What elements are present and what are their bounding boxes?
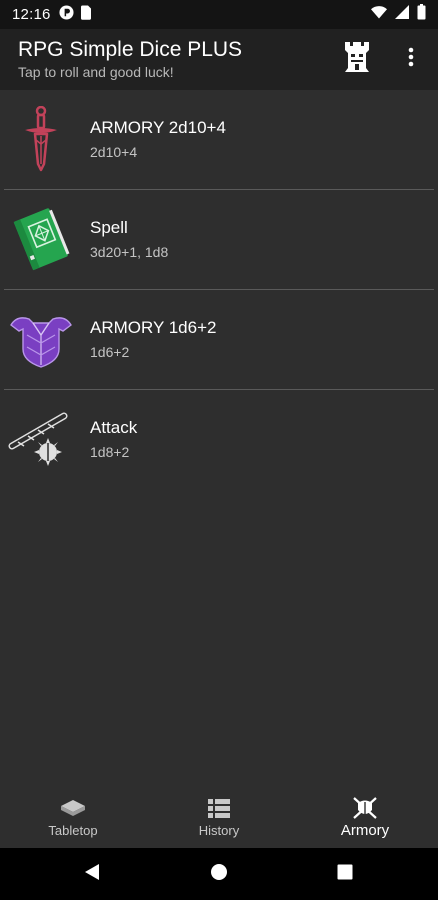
signal-icon [395, 5, 409, 24]
bottom-nav: Tabletop History Armory [0, 788, 438, 848]
dagger-icon [6, 104, 76, 174]
system-nav-bar [0, 848, 438, 900]
list-item[interactable]: ARMORY 2d10+4 2d10+4 [0, 90, 438, 189]
item-formula: 1d8+2 [90, 444, 130, 460]
item-formula: 2d10+4 [90, 144, 138, 160]
sim-card-icon [80, 5, 92, 25]
wifi-icon [371, 5, 387, 24]
list-item[interactable]: ARMORY 1d6+2 1d6+2 [0, 290, 438, 389]
status-time: 12:16 [12, 6, 51, 23]
app-bar: RPG Simple Dice PLUS Tap to roll and goo… [0, 29, 438, 90]
tower-icon [342, 40, 372, 79]
item-formula: 1d6+2 [90, 344, 130, 360]
home-icon [210, 863, 228, 886]
nav-item-armory[interactable]: Armory [292, 788, 438, 848]
armory-icon [352, 797, 378, 819]
overflow-menu-button[interactable] [396, 41, 426, 77]
battery-icon [417, 4, 426, 25]
app-title: RPG Simple Dice PLUS [18, 38, 243, 61]
item-formula: 3d20+1, 1d8 [90, 244, 169, 260]
item-name: Spell [90, 218, 128, 237]
nav-item-tabletop[interactable]: Tabletop [0, 788, 146, 848]
recents-button[interactable] [333, 862, 357, 886]
overflow-menu-icon [408, 47, 414, 72]
tabletop-icon [60, 797, 86, 819]
home-button[interactable] [207, 862, 231, 886]
app-subtitle: Tap to roll and good luck! [18, 64, 174, 80]
item-name: ARMORY 2d10+4 [90, 118, 226, 137]
nav-label-tabletop: Tabletop [48, 823, 98, 838]
recents-icon [337, 864, 353, 885]
history-icon [208, 797, 230, 819]
item-name: ARMORY 1d6+2 [90, 318, 217, 337]
armory-list: ARMORY 2d10+4 2d10+4 Spell 3d20+1, 1d8 A… [0, 90, 438, 489]
spellbook-icon [6, 204, 76, 274]
item-name: Attack [90, 418, 138, 437]
list-item[interactable]: Attack 1d8+2 [0, 390, 438, 489]
back-button[interactable] [80, 862, 104, 886]
nav-label-history: History [198, 823, 240, 838]
nav-item-history[interactable]: History [146, 788, 292, 848]
photo-mode-icon [59, 4, 74, 25]
status-bar: 12:16 [0, 0, 438, 29]
tower-button[interactable] [340, 40, 374, 78]
nav-label-armory: Armory [340, 822, 390, 839]
back-icon [84, 863, 100, 886]
list-item[interactable]: Spell 3d20+1, 1d8 [0, 190, 438, 289]
mace-icon [6, 404, 76, 474]
armor-icon [6, 304, 76, 374]
